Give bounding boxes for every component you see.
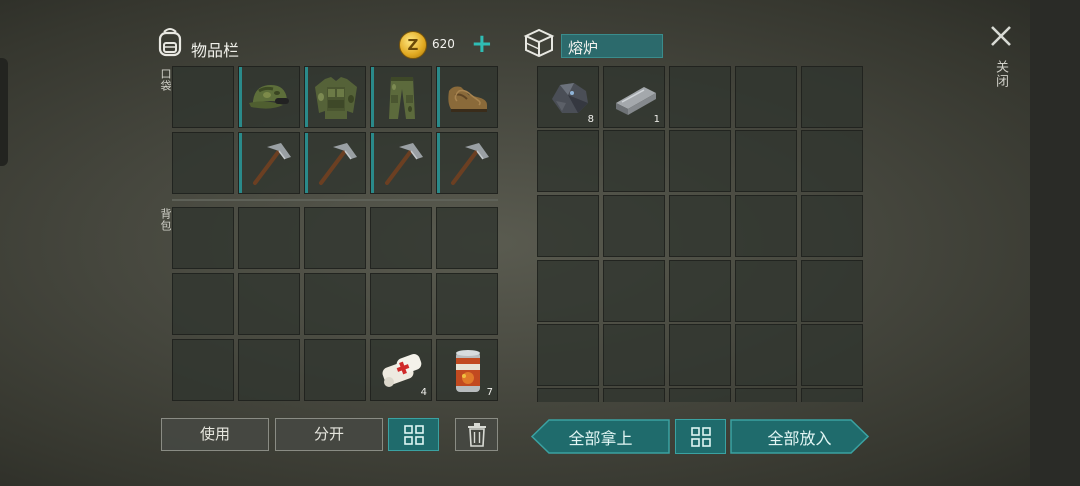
furnace-slot[interactable]	[603, 195, 665, 257]
pickaxe-icon	[253, 143, 291, 185]
crate-icon	[522, 27, 556, 59]
pickaxe-icon	[385, 143, 423, 185]
furnace-slot[interactable]	[537, 260, 599, 322]
furnace-slot-iron-ingot[interactable]: 1	[603, 66, 665, 128]
furnace-slot[interactable]	[603, 324, 665, 386]
inventory-slot[interactable]	[172, 339, 234, 401]
furnace-slot[interactable]	[537, 130, 599, 192]
furnace-slot[interactable]	[735, 66, 797, 128]
use-button[interactable]: 使用	[161, 418, 269, 451]
inventory-slot[interactable]	[370, 273, 432, 335]
sort-inventory-button[interactable]	[388, 418, 439, 451]
backpack-label: 背包	[159, 208, 172, 232]
inventory-slot-pickaxe[interactable]	[238, 132, 300, 194]
inventory-slot-pickaxe[interactable]	[436, 132, 498, 194]
inventory-slot[interactable]	[172, 132, 234, 194]
coin-icon: Z	[399, 31, 427, 59]
inventory-slot[interactable]	[238, 339, 300, 401]
furnace-slot[interactable]	[669, 66, 731, 128]
inventory-slot[interactable]	[436, 273, 498, 335]
pants-icon	[389, 77, 415, 119]
inventory-slot[interactable]	[304, 339, 366, 401]
canned-food-icon	[456, 350, 480, 392]
furnace-name-field: 熔炉	[561, 34, 663, 58]
cap-icon	[249, 85, 289, 109]
equipment-slot-cap[interactable]	[238, 66, 300, 128]
inventory-slot-canned-food[interactable]: 7	[436, 339, 498, 401]
furnace-grid: 8 1	[537, 66, 863, 402]
inventory-slot-pickaxe[interactable]	[370, 132, 432, 194]
equipment-slot-boots[interactable]	[436, 66, 498, 128]
inventory-slot[interactable]	[370, 207, 432, 269]
furnace-slot[interactable]	[735, 195, 797, 257]
furnace-title: 熔炉	[568, 39, 599, 57]
inventory-slot[interactable]	[304, 273, 366, 335]
furnace-slot[interactable]	[603, 260, 665, 322]
right-edge-strip	[1030, 0, 1080, 486]
coin-count: 620	[432, 37, 455, 51]
furnace-slot[interactable]	[669, 260, 731, 322]
furnace-slot[interactable]	[735, 388, 797, 402]
furnace-slot[interactable]	[735, 260, 797, 322]
furnace-slot[interactable]	[801, 66, 863, 128]
jacket-icon	[315, 77, 357, 119]
take-all-label: 全部拿上	[568, 428, 633, 448]
inventory-slot-pickaxe[interactable]	[304, 132, 366, 194]
inventory-slot-bandage[interactable]: 4	[370, 339, 432, 401]
item-count: 4	[420, 387, 427, 398]
furnace-slot[interactable]	[603, 388, 665, 402]
furnace-slot[interactable]	[537, 388, 599, 402]
furnace-slot[interactable]	[603, 130, 665, 192]
pickaxe-icon	[451, 143, 489, 185]
furnace-slot[interactable]	[801, 260, 863, 322]
pocket-backpack-divider	[172, 199, 498, 201]
split-button[interactable]: 分开	[275, 418, 383, 451]
furnace-slot[interactable]	[669, 388, 731, 402]
furnace-slot[interactable]	[537, 195, 599, 257]
left-edge-notch	[0, 58, 8, 166]
item-count: 1	[653, 114, 660, 125]
furnace-slot[interactable]	[669, 195, 731, 257]
inventory-slot[interactable]	[172, 207, 234, 269]
equipment-slot-jacket[interactable]	[304, 66, 366, 128]
furnace-slot[interactable]	[801, 130, 863, 192]
furnace-slot-stone-ore[interactable]: 8	[537, 66, 599, 128]
close-icon[interactable]	[989, 24, 1013, 48]
backpack-icon	[154, 26, 186, 58]
item-count: 8	[587, 114, 594, 125]
inventory-slot[interactable]	[436, 207, 498, 269]
sort-grid-icon	[691, 427, 711, 447]
iron-ingot-icon	[616, 87, 656, 115]
furnace-slot[interactable]	[669, 324, 731, 386]
furnace-slot[interactable]	[801, 195, 863, 257]
inventory-title: 物品栏	[191, 41, 240, 60]
bandage-icon	[382, 354, 422, 387]
pickaxe-icon	[319, 143, 357, 185]
furnace-slot[interactable]	[537, 324, 599, 386]
trash-icon	[468, 423, 486, 447]
item-count: 7	[486, 387, 493, 398]
inventory-slot[interactable]	[172, 66, 234, 128]
sort-grid-icon	[404, 425, 424, 445]
furnace-slot[interactable]	[669, 130, 731, 192]
close-label[interactable]: 关闭	[991, 60, 1010, 88]
furnace-slot[interactable]	[801, 388, 863, 402]
sort-furnace-button[interactable]	[675, 419, 726, 454]
inventory-slot[interactable]	[238, 207, 300, 269]
inventory-slot[interactable]	[304, 207, 366, 269]
pocket-label: 口袋	[159, 68, 172, 92]
put-all-label: 全部放入	[767, 428, 832, 448]
inventory-slot[interactable]	[238, 273, 300, 335]
equipment-slot-pants[interactable]	[370, 66, 432, 128]
furnace-slot[interactable]	[735, 130, 797, 192]
trash-button[interactable]	[455, 418, 498, 451]
put-all-button[interactable]: 全部放入	[730, 419, 869, 454]
stone-ore-icon	[552, 83, 588, 113]
furnace-slot[interactable]	[735, 324, 797, 386]
plus-icon[interactable]: +	[471, 31, 493, 57]
take-all-button[interactable]: 全部拿上	[531, 419, 670, 454]
furnace-slot[interactable]	[801, 324, 863, 386]
inventory-slot[interactable]	[172, 273, 234, 335]
boots-icon	[448, 86, 487, 112]
